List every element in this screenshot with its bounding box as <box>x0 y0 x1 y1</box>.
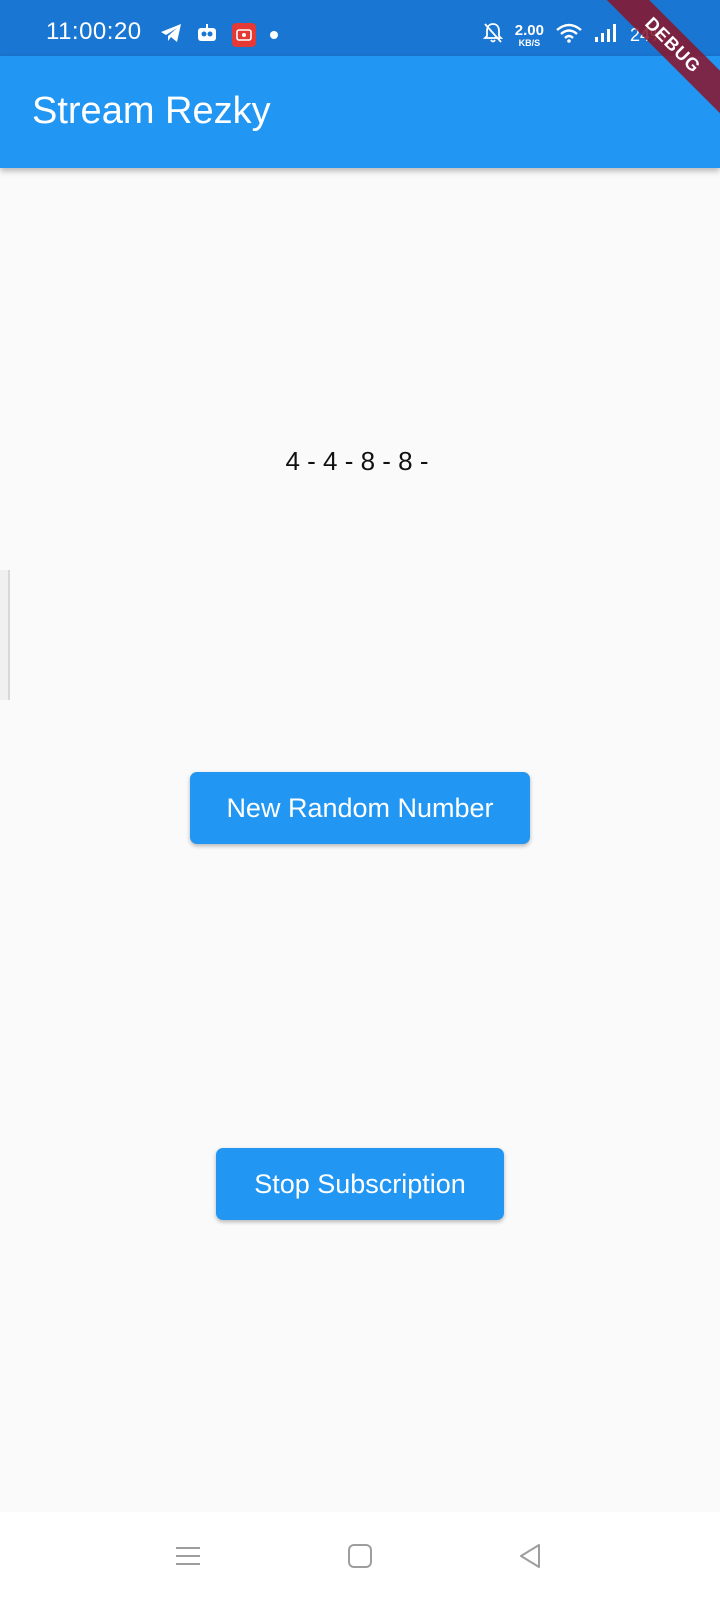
back-icon[interactable] <box>504 1530 556 1582</box>
network-speed: 2.00 KB/S <box>515 23 544 48</box>
notification-dot-icon <box>270 31 278 39</box>
new-random-number-button[interactable]: New Random Number <box>190 772 530 844</box>
app-bar: Stream Rezky <box>0 56 720 168</box>
menu-icon[interactable] <box>162 1530 214 1582</box>
bot-icon <box>196 23 218 48</box>
status-time: 11:00:20 <box>46 18 142 45</box>
status-bar: 11:00:20 2.00 KB/S <box>0 0 720 56</box>
net-speed-value: 2.00 <box>514 21 544 39</box>
navigation-bar <box>0 1512 720 1600</box>
notification-icons <box>160 22 278 48</box>
screen-record-icon <box>232 23 256 47</box>
bell-off-icon <box>482 22 503 49</box>
edge-panel-handle[interactable] <box>0 570 10 700</box>
wifi-icon <box>556 23 582 48</box>
app-screen: 11:00:20 2.00 KB/S Stream Rezky DEBUG 4 … <box>0 0 720 1600</box>
telegram-icon <box>160 23 182 48</box>
app-title: Stream Rezky <box>32 90 271 132</box>
home-icon[interactable] <box>334 1530 386 1582</box>
stream-values-text: 4 - 4 - 8 - 8 - <box>285 446 429 476</box>
net-speed-unit: KB/S <box>518 37 541 48</box>
stop-subscription-button[interactable]: Stop Subscription <box>216 1148 504 1220</box>
signal-icon <box>594 23 618 48</box>
